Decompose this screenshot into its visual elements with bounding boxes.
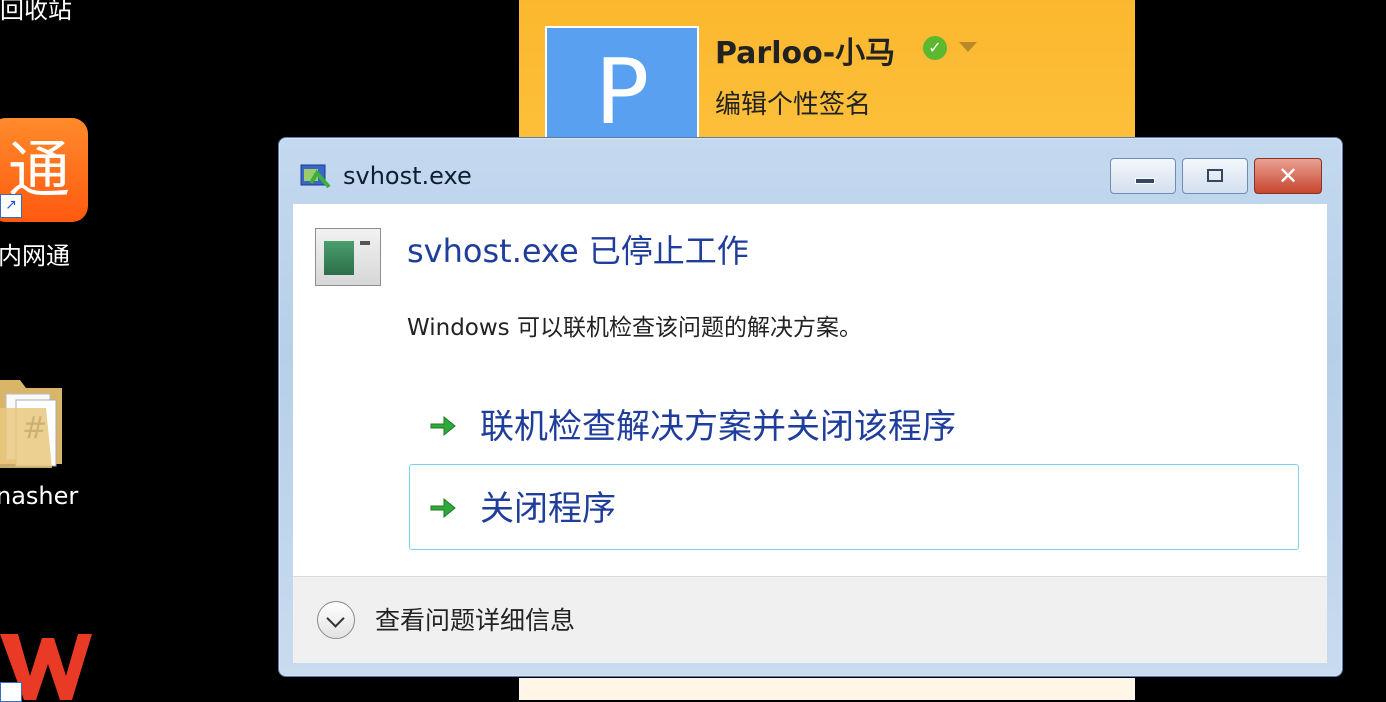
shortcut-arrow-icon: ↗ <box>0 194 22 218</box>
minimize-icon <box>1135 178 1155 184</box>
qq-profile-panel: P Parloo-小马 ✓ 编辑个性签名 <box>519 0 1135 145</box>
error-dialog: svhost.exe ✕ svhost.exe 已停止工作 Windows 可以… <box>278 137 1343 677</box>
program-window-icon <box>315 228 381 286</box>
desktop-icon-label: nasher <box>0 482 79 510</box>
details-toggle-label[interactable]: 查看问题详细信息 <box>375 601 575 637</box>
desktop-icon-label: 内网通 <box>0 242 70 270</box>
close-program-command-link[interactable]: 关闭程序 <box>409 464 1299 550</box>
details-expand-button[interactable] <box>317 601 355 639</box>
signature-edit[interactable]: 编辑个性签名 <box>715 84 871 121</box>
avatar-letter: P <box>594 40 650 145</box>
minimize-button[interactable] <box>1110 158 1176 194</box>
verified-check-icon: ✓ <box>923 36 947 60</box>
desktop-icon-label: 回收站 <box>0 0 72 24</box>
app-title-icon <box>300 164 331 189</box>
maximize-button[interactable] <box>1182 158 1248 194</box>
description-text: Windows 可以联机检查该问题的解决方案。 <box>407 315 862 341</box>
shortcut-arrow-icon <box>0 682 22 702</box>
command-link-label: 关闭程序 <box>480 489 616 529</box>
close-icon: ✕ <box>1277 162 1299 190</box>
window-title: svhost.exe <box>343 162 472 190</box>
green-arrow-icon <box>430 497 456 519</box>
command-link-label: 联机检查解决方案并关闭该程序 <box>480 407 956 447</box>
green-arrow-icon <box>430 415 456 437</box>
chevron-down-icon <box>326 609 345 628</box>
maximize-icon <box>1207 169 1223 182</box>
dialog-footer: 查看问题详细信息 <box>293 576 1327 663</box>
check-online-command-link[interactable]: 联机检查解决方案并关闭该程序 <box>409 382 1299 468</box>
status-dropdown-caret-icon[interactable] <box>959 42 977 52</box>
dialog-content: svhost.exe 已停止工作 Windows 可以联机检查该问题的解决方案。… <box>293 204 1327 576</box>
program-window-icon-bar <box>360 241 370 245</box>
nickname: Parloo-小马 <box>715 36 896 71</box>
program-window-icon-pane <box>324 241 354 275</box>
main-instruction: svhost.exe 已停止工作 <box>407 232 749 270</box>
qq-panel-bottom <box>519 678 1135 700</box>
avatar[interactable]: P <box>545 26 699 145</box>
close-button[interactable]: ✕ <box>1254 158 1322 194</box>
folder-icon: # <box>0 380 62 468</box>
